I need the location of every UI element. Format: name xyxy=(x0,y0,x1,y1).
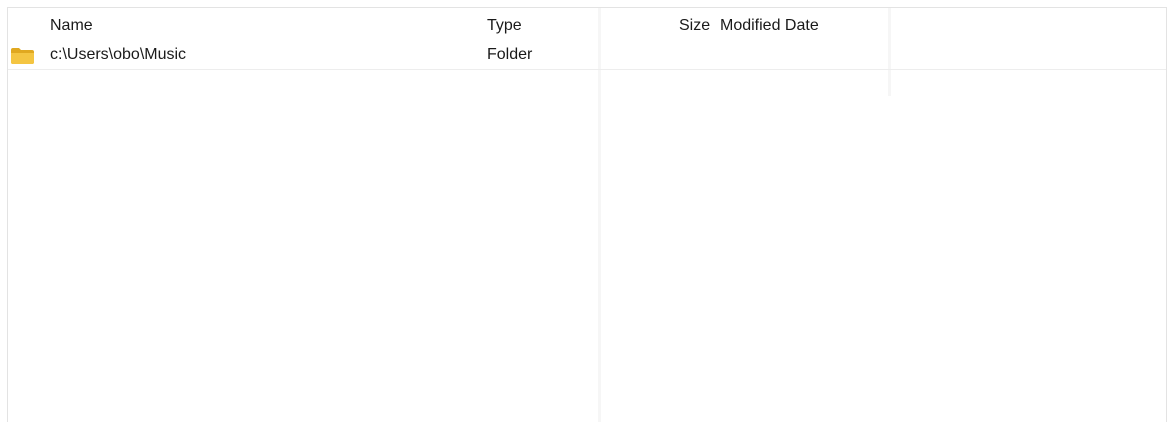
column-header-name[interactable]: Name xyxy=(50,16,93,36)
column-header-row: Name Type Size Modified Date xyxy=(8,8,1166,42)
row-type-cell: Folder xyxy=(487,46,533,63)
column-header-size[interactable]: Size xyxy=(679,16,710,36)
row-name-cell: c:\Users\obo\Music xyxy=(50,46,187,63)
column-header-type[interactable]: Type xyxy=(487,16,522,36)
table-row[interactable]: c:\Users\obo\Music Folder xyxy=(8,42,1166,70)
file-list-view: Name Type Size Modified Date c:\Users\ob… xyxy=(7,7,1167,422)
column-header-modified-date[interactable]: Modified Date xyxy=(720,16,819,36)
column-divider xyxy=(598,8,601,422)
folder-icon xyxy=(11,48,34,64)
